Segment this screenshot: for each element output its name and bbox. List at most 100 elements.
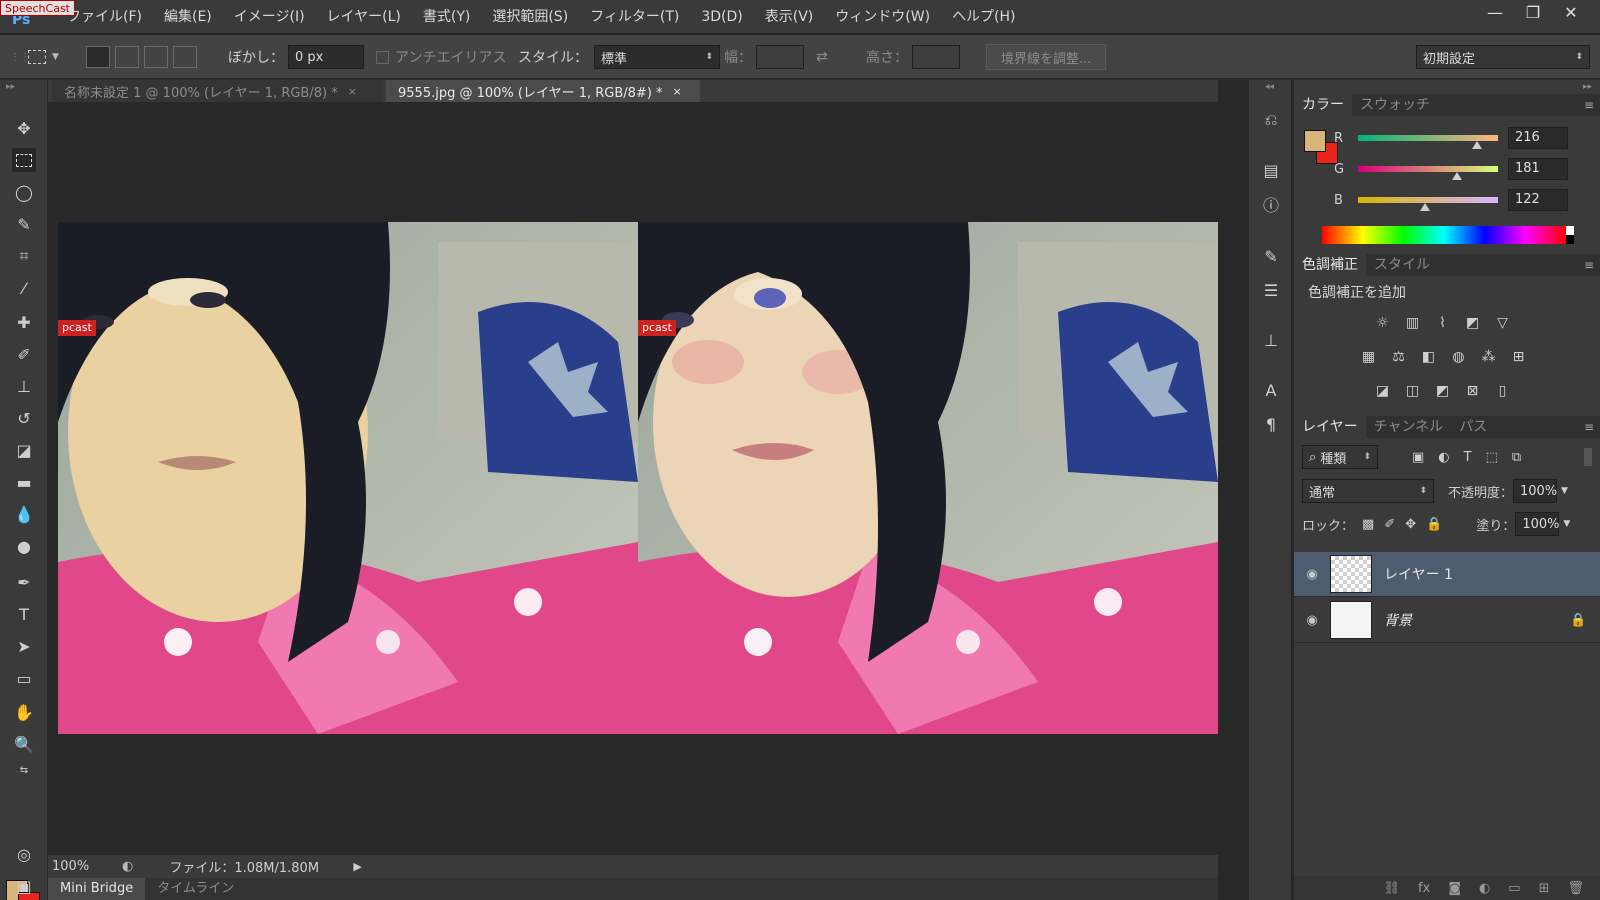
posterize-icon[interactable]: ◫ (1402, 380, 1423, 401)
workspace-select[interactable]: 初期設定 ⬍ (1416, 45, 1590, 69)
clone-source-panel-icon[interactable]: ⊥ (1259, 328, 1283, 352)
zoom-tool-icon[interactable]: 🔍 (12, 732, 36, 756)
menu-select[interactable]: 選択範囲(S) (481, 0, 579, 34)
clone-stamp-tool-icon[interactable]: ⊥ (12, 374, 36, 398)
actions-panel-icon[interactable]: ▤ (1259, 158, 1283, 182)
eyedropper-tool-icon[interactable]: ⁄ (12, 276, 36, 300)
height-input[interactable] (912, 45, 960, 69)
tab-channels[interactable]: チャンネル (1366, 416, 1452, 438)
menu-layer[interactable]: レイヤー(L) (316, 0, 412, 34)
subtract-selection-button[interactable] (144, 46, 168, 68)
chevron-down-icon[interactable]: ▼ (1561, 486, 1568, 496)
fill-input[interactable]: 100% (1515, 512, 1560, 536)
layer-name[interactable]: レイヤー 1 (1384, 564, 1600, 584)
tab-9555-jpg[interactable]: 9555.jpg @ 100% (レイヤー 1, RGB/8#) * × (386, 80, 700, 102)
brush-tool-icon[interactable]: ✐ (12, 342, 36, 366)
chevron-down-icon[interactable]: ▼ (1563, 519, 1570, 529)
color-lookup-icon[interactable]: ⊞ (1508, 346, 1529, 367)
tab-styles[interactable]: スタイル (1366, 254, 1438, 276)
path-selection-tool-icon[interactable]: ➤ (12, 634, 36, 658)
restore-button[interactable]: ❐ (1514, 0, 1552, 24)
eraser-tool-icon[interactable]: ◪ (12, 438, 36, 462)
lock-transparency-icon[interactable]: ▩ (1362, 517, 1374, 532)
swap-icon[interactable]: ⇄ (816, 49, 828, 65)
history-panel-icon[interactable]: ⎌ (1259, 108, 1283, 132)
zoom-level[interactable]: 100% (52, 859, 112, 874)
photo-filter-icon[interactable]: ◍ (1448, 346, 1469, 367)
lock-pixels-icon[interactable]: ✐ (1384, 517, 1395, 532)
black-white-icon[interactable]: ◧ (1418, 346, 1439, 367)
character-panel-icon[interactable]: A (1259, 378, 1283, 402)
history-brush-tool-icon[interactable]: ↺ (12, 406, 36, 430)
menu-3d[interactable]: 3D(D) (690, 0, 753, 34)
red-value-input[interactable]: 216 (1508, 127, 1568, 149)
visibility-eye-icon[interactable]: ◉ (1294, 613, 1330, 628)
minimize-button[interactable]: — (1476, 0, 1514, 24)
info-panel-icon[interactable]: ⓘ (1259, 192, 1283, 216)
screen-mode-icon[interactable]: ▣ (12, 874, 36, 898)
selective-color-icon[interactable]: ⊠ (1462, 380, 1483, 401)
crop-tool-icon[interactable]: ⌗ (12, 244, 36, 268)
collapse-panels-icon[interactable]: ▸▸ (1583, 82, 1592, 92)
tab-paths[interactable]: パス (1451, 416, 1495, 438)
color-spectrum-bar[interactable] (1322, 226, 1566, 244)
quick-selection-tool-icon[interactable]: ✎ (12, 212, 36, 236)
tab-untitled-document[interactable]: 名称未設定 1 @ 100% (レイヤー 1, RGB/8) * × (52, 80, 382, 102)
new-adjustment-layer-icon[interactable]: ◐ (1479, 881, 1490, 896)
menu-view[interactable]: 表示(V) (754, 0, 825, 34)
filter-type-icon[interactable]: T (1464, 450, 1472, 465)
channel-mixer-icon[interactable]: ⁂ (1478, 346, 1499, 367)
menu-edit[interactable]: 編集(E) (153, 0, 223, 34)
rectangular-marquee-tool-icon[interactable] (12, 148, 36, 172)
dodge-tool-icon[interactable]: ● (12, 534, 36, 558)
gradient-map-icon[interactable]: ▯ (1492, 380, 1513, 401)
new-layer-icon[interactable]: ⊞ (1539, 881, 1550, 896)
panel-menu-icon[interactable]: ≡ (1584, 258, 1594, 272)
hue-saturation-icon[interactable]: ▦ (1358, 346, 1379, 367)
menu-filter[interactable]: フィルター(T) (579, 0, 690, 34)
menu-help[interactable]: ヘルプ(H) (941, 0, 1026, 34)
blur-tool-icon[interactable]: 💧 (12, 502, 36, 526)
lasso-tool-icon[interactable]: ◯ (12, 180, 36, 204)
close-button[interactable]: ✕ (1552, 0, 1590, 24)
brush-presets-panel-icon[interactable]: ☰ (1259, 278, 1283, 302)
tab-adjustments[interactable]: 色調補正 (1294, 254, 1366, 276)
blue-channel-slider[interactable] (1358, 197, 1498, 211)
photo-original[interactable]: pcast (58, 222, 638, 734)
paragraph-panel-icon[interactable]: ¶ (1259, 412, 1283, 436)
menu-image[interactable]: イメージ(I) (223, 0, 316, 34)
vibrance-icon[interactable]: ▽ (1492, 312, 1513, 333)
add-mask-icon[interactable]: ◙ (1448, 881, 1461, 896)
color-balance-icon[interactable]: ⚖ (1388, 346, 1409, 367)
brush-panel-icon[interactable]: ✎ (1259, 244, 1283, 268)
rectangle-tool-icon[interactable]: ▭ (12, 666, 36, 690)
close-icon[interactable]: × (673, 85, 682, 98)
invert-icon[interactable]: ◪ (1372, 380, 1393, 401)
slider-thumb-icon[interactable] (1419, 203, 1430, 211)
hand-tool-icon[interactable]: ✋ (12, 700, 36, 724)
delete-layer-icon[interactable]: 🗑 (1567, 881, 1584, 896)
blend-mode-select[interactable]: 通常 ⬍ (1302, 479, 1434, 503)
style-select[interactable]: 標準 ⬍ (594, 45, 720, 69)
move-tool-icon[interactable]: ✥ (12, 116, 36, 140)
antialias-checkbox[interactable] (376, 50, 389, 64)
slider-thumb-icon[interactable] (1452, 172, 1463, 180)
levels-icon[interactable]: ▥ (1402, 312, 1423, 333)
filter-adjustment-icon[interactable]: ◐ (1438, 450, 1449, 465)
filter-shape-icon[interactable]: ⬚ (1486, 450, 1498, 465)
filter-toggle-switch[interactable] (1584, 448, 1592, 466)
new-selection-button[interactable] (86, 46, 110, 68)
tab-color[interactable]: カラー (1294, 94, 1352, 116)
layer-row-layer1[interactable]: ◉ レイヤー 1 (1294, 552, 1600, 597)
gradient-tool-icon[interactable]: ▬ (12, 470, 36, 494)
black-white-swatch[interactable] (1566, 226, 1574, 244)
refine-edge-button[interactable]: 境界線を調整... (986, 44, 1107, 70)
pen-tool-icon[interactable]: ✒ (12, 570, 36, 594)
layer-name[interactable]: 背景 (1384, 610, 1570, 630)
visibility-eye-icon[interactable]: ◉ (1294, 567, 1330, 582)
tab-layers[interactable]: レイヤー (1294, 416, 1366, 438)
menu-window[interactable]: ウィンドウ(W) (824, 0, 941, 34)
panel-menu-icon[interactable]: ≡ (1584, 420, 1594, 434)
green-value-input[interactable]: 181 (1508, 158, 1568, 180)
quick-mask-icon[interactable]: ◎ (12, 842, 36, 866)
